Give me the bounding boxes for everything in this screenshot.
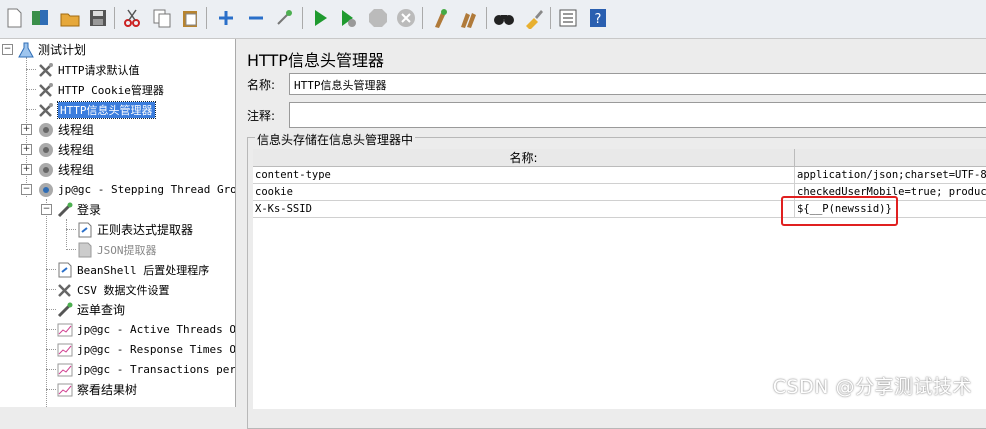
- tree-item-label: jp@gc - Response Times Ov: [77, 343, 236, 356]
- highlight-box: [781, 196, 898, 226]
- comment-label: 注释:: [247, 109, 276, 123]
- extractor-icon: [78, 242, 92, 257]
- tree-item-thread-group[interactable]: 线程组: [37, 140, 94, 159]
- reset-search-icon[interactable]: [522, 6, 546, 30]
- stop-icon[interactable]: [366, 6, 390, 30]
- tree-item-label: 运单查询: [77, 303, 126, 317]
- page-title: HTTP信息头管理器: [247, 51, 384, 70]
- test-plan-tree: − + + + − − 测试计划 HTTP请求默认值 HTTP Cookie管理…: [0, 39, 236, 407]
- graph-icon: [57, 363, 73, 376]
- expand-toggle[interactable]: +: [21, 124, 32, 135]
- tree-item-stepping-thread-group[interactable]: jp@gc - Stepping Thread Group: [37, 180, 236, 199]
- svg-text:?: ?: [595, 12, 602, 27]
- tree-item-waybill-query[interactable]: 运单查询: [56, 300, 125, 319]
- watermark: CSDN @分享测试技术: [772, 376, 972, 398]
- column-header-name[interactable]: 名称:: [253, 149, 795, 167]
- gear-icon: [39, 122, 53, 137]
- gear-icon: [39, 182, 53, 197]
- tree-item-label: 察看结果树: [77, 383, 138, 397]
- expand-toggle[interactable]: +: [21, 164, 32, 175]
- collapse-icon[interactable]: [244, 6, 268, 30]
- tree-item-json-extractor[interactable]: JSON提取器: [76, 240, 157, 259]
- wrench-icon: [39, 62, 53, 77]
- tree-item-label: 线程组: [58, 143, 95, 157]
- help-icon[interactable]: ?: [586, 6, 610, 30]
- toggle-icon[interactable]: [272, 6, 296, 30]
- clear-all-icon[interactable]: [456, 6, 480, 30]
- tree-item-header-manager[interactable]: HTTP信息头管理器: [37, 100, 156, 119]
- table-cell-name[interactable]: cookie: [253, 184, 795, 201]
- wrench-icon: [58, 283, 71, 297]
- templates-icon[interactable]: [28, 6, 52, 30]
- paste-icon[interactable]: [178, 6, 202, 30]
- tree-item-response-times[interactable]: jp@gc - Response Times Ov: [56, 340, 236, 359]
- pipette-icon: [57, 202, 73, 217]
- shutdown-icon[interactable]: [394, 6, 418, 30]
- tree-item-label: jp@gc - Transactions per S: [77, 363, 236, 376]
- tree-item-regex-extractor[interactable]: 正则表达式提取器: [76, 220, 193, 239]
- tree-item-label: 线程组: [58, 163, 95, 177]
- graph-icon: [57, 383, 73, 396]
- tree-item-label: 测试计划: [38, 43, 87, 57]
- extractor-icon: [58, 262, 72, 277]
- comment-field[interactable]: [289, 102, 986, 128]
- table-cell-value[interactable]: application/json;charset=UTF-8: [795, 167, 986, 184]
- collapse-toggle[interactable]: −: [2, 44, 13, 55]
- tree-item-http-defaults[interactable]: HTTP请求默认值: [37, 60, 140, 79]
- search-icon[interactable]: [492, 6, 516, 30]
- column-header-value[interactable]: [795, 149, 986, 167]
- tree-item-label: jp@gc - Active Threads Ov: [77, 323, 236, 336]
- wrench-icon: [39, 102, 53, 117]
- collapse-toggle[interactable]: −: [21, 184, 32, 195]
- tree-item-label: 登录: [77, 203, 102, 217]
- test-plan-icon: [18, 42, 34, 57]
- gear-icon: [39, 162, 53, 177]
- pipette-icon: [57, 302, 73, 317]
- headers-table: 名称: content-type application/json;charse…: [253, 149, 986, 409]
- tree-item-label: HTTP信息头管理器: [57, 100, 156, 119]
- expand-toggle[interactable]: +: [21, 144, 32, 155]
- graph-icon: [57, 343, 73, 356]
- table-cell-name[interactable]: content-type: [253, 167, 795, 184]
- tree-item-results-tree[interactable]: 察看结果树: [56, 380, 137, 399]
- start-icon[interactable]: [308, 6, 332, 30]
- collapse-toggle[interactable]: −: [41, 204, 52, 215]
- wrench-icon: [39, 82, 53, 97]
- tree-item-label: HTTP请求默认值: [58, 63, 140, 77]
- graph-icon: [57, 323, 73, 336]
- tree-item-label: JSON提取器: [97, 243, 157, 257]
- tree-item-label: jp@gc - Stepping Thread Group: [58, 183, 236, 196]
- tree-item-transactions[interactable]: jp@gc - Transactions per S: [56, 360, 236, 379]
- clear-icon[interactable]: [428, 6, 452, 30]
- new-icon[interactable]: [2, 6, 26, 30]
- tree-item-csv-data-set[interactable]: CSV 数据文件设置: [56, 280, 170, 299]
- name-label: 名称:: [247, 78, 276, 92]
- cut-icon[interactable]: [120, 6, 144, 30]
- gear-icon: [39, 142, 53, 157]
- name-field[interactable]: HTTP信息头管理器: [289, 73, 986, 95]
- toolbar: ?: [0, 0, 986, 39]
- tree-item-label: BeanShell 后置处理程序: [77, 263, 210, 277]
- copy-icon[interactable]: [150, 6, 174, 30]
- save-icon[interactable]: [86, 6, 110, 30]
- header-manager-panel: HTTP信息头管理器 名称: HTTP信息头管理器 注释: 信息头存储在信息头管…: [237, 39, 986, 429]
- tree-item-label: 正则表达式提取器: [97, 223, 194, 237]
- expand-icon[interactable]: [214, 6, 238, 30]
- tree-item-login-sampler[interactable]: 登录: [56, 200, 101, 219]
- tree-item-label: HTTP Cookie管理器: [58, 83, 164, 97]
- tree-item-label: 线程组: [58, 123, 95, 137]
- tree-item-beanshell-postprocessor[interactable]: BeanShell 后置处理程序: [56, 260, 209, 279]
- tree-item-test-plan[interactable]: 测试计划: [17, 40, 86, 59]
- tree-item-thread-group[interactable]: 线程组: [37, 160, 94, 179]
- function-helper-icon[interactable]: [556, 6, 580, 30]
- table-cell-name[interactable]: X-Ks-SSID: [253, 201, 795, 218]
- tree-item-active-threads[interactable]: jp@gc - Active Threads Ov: [56, 320, 236, 339]
- group-title: 信息头存储在信息头管理器中: [255, 131, 416, 148]
- open-icon[interactable]: [58, 6, 82, 30]
- tree-item-thread-group[interactable]: 线程组: [37, 120, 94, 139]
- start-no-pause-icon[interactable]: [336, 6, 360, 30]
- tree-item-cookie-manager[interactable]: HTTP Cookie管理器: [37, 80, 164, 99]
- tree-item-label: CSV 数据文件设置: [77, 283, 170, 297]
- extractor-icon: [78, 222, 92, 237]
